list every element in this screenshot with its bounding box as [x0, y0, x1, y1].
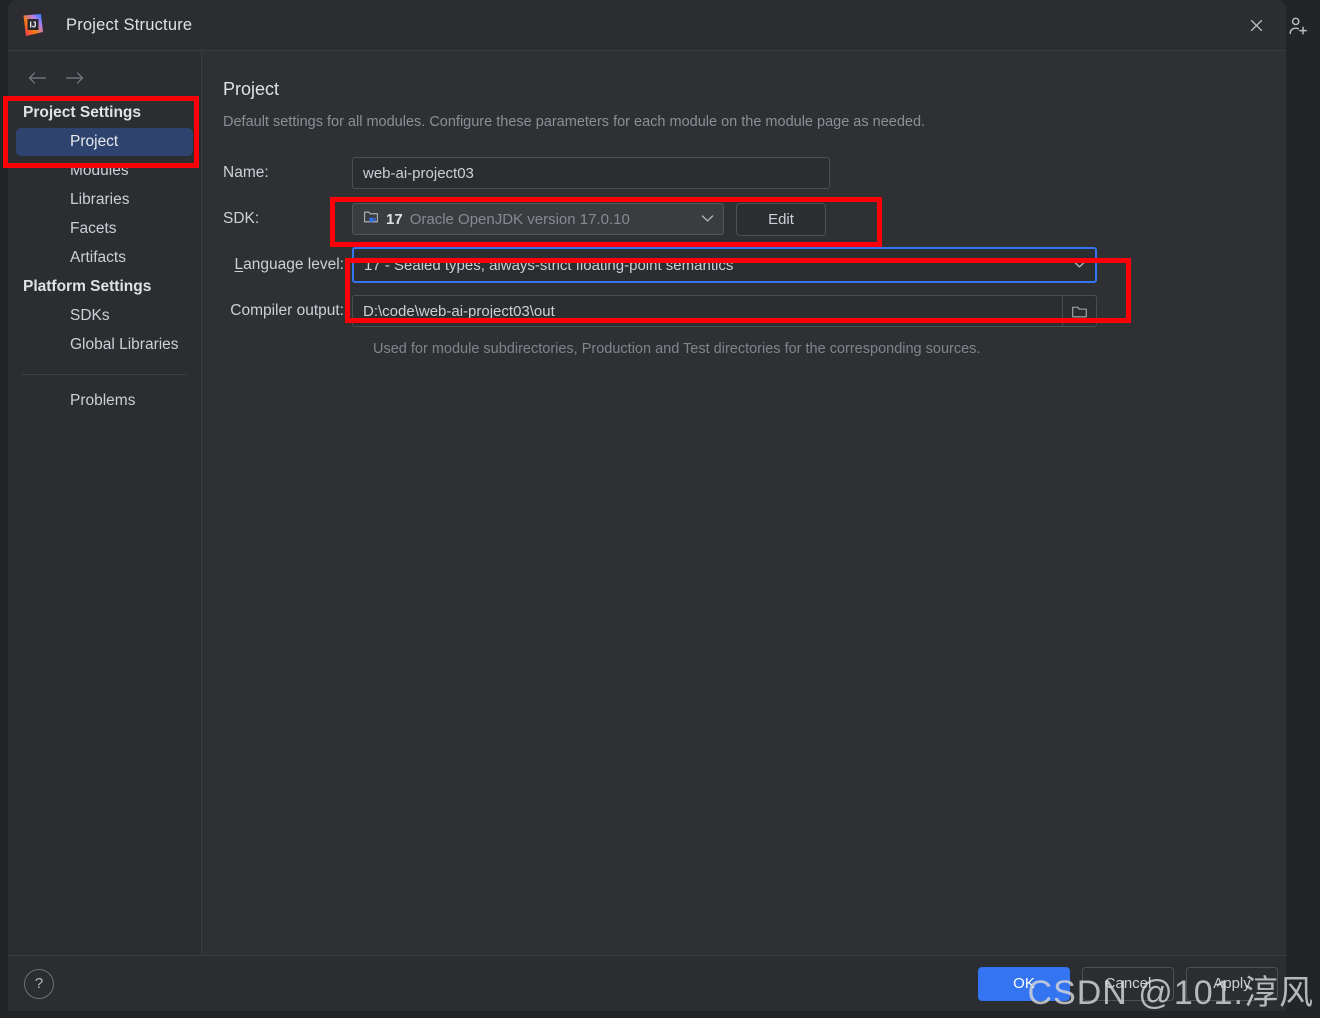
tree-group-platform-settings: Platform Settings — [23, 278, 152, 295]
form-row-sdk: SDK: 17 Oracle OpenJDK version 17.0.10 E… — [202, 198, 1286, 240]
settings-sidebar: Project Settings Project Modules Librari… — [8, 51, 202, 955]
project-structure-dialog: IJ Project Structure Project Settings Pr… — [8, 0, 1286, 1011]
chevron-down-icon — [701, 213, 714, 225]
watermark: CSDN @101.淳风 — [1027, 974, 1314, 1012]
intellij-idea-logo-icon: IJ — [20, 12, 46, 38]
sidebar-item-facets[interactable]: Facets — [16, 215, 193, 243]
arrow-left-icon[interactable] — [26, 67, 48, 89]
name-value: web-ai-project03 — [363, 164, 474, 182]
page-title: Project — [223, 79, 280, 99]
sidebar-item-sdks[interactable]: SDKs — [16, 302, 193, 330]
screen: IJ Project Structure Project Settings Pr… — [0, 0, 1320, 1018]
chevron-down-icon — [1073, 259, 1086, 271]
edit-sdk-label: Edit — [768, 210, 794, 228]
close-icon[interactable] — [1240, 9, 1272, 41]
language-level-label: Language level: — [202, 256, 352, 274]
sidebar-item-project[interactable]: Project — [16, 128, 193, 156]
tree-group-project-settings: Project Settings — [23, 104, 141, 121]
page-subtitle: Default settings for all modules. Config… — [223, 114, 926, 130]
svg-text:IJ: IJ — [30, 20, 37, 29]
sdk-label: SDK: — [223, 210, 260, 227]
compiler-output-value: D:\code\web-ai-project03\out — [363, 302, 555, 320]
dialog-titlebar: IJ Project Structure — [8, 0, 1286, 50]
arrow-right-icon[interactable] — [64, 67, 86, 89]
add-user-icon[interactable] — [1282, 10, 1314, 42]
sidebar-item-libraries[interactable]: Libraries — [16, 186, 193, 214]
settings-tree: Project Settings Project Modules Librari… — [8, 95, 201, 415]
sdk-version: 17 — [386, 210, 403, 228]
project-form: Name: web-ai-project03 SDK: 17 Oracle Op… — [202, 152, 1286, 357]
name-input[interactable]: web-ai-project03 — [352, 157, 830, 189]
form-row-language-level: Language level: 17 - Sealed types, alway… — [202, 244, 1286, 286]
project-settings-panel: Project Default settings for all modules… — [202, 51, 1286, 955]
sdk-dropdown[interactable]: 17 Oracle OpenJDK version 17.0.10 — [352, 203, 724, 235]
language-level-value: 17 - Sealed types, always-strict floatin… — [364, 256, 734, 274]
dialog-body: Project Settings Project Modules Librari… — [8, 50, 1286, 955]
language-level-label-mnemonic: L — [234, 256, 244, 273]
form-row-name: Name: web-ai-project03 — [202, 152, 1286, 194]
navigation-arrows — [8, 51, 201, 95]
help-label: ? — [34, 975, 44, 992]
edit-sdk-button[interactable]: Edit — [736, 202, 826, 236]
compiler-output-input[interactable]: D:\code\web-ai-project03\out — [352, 295, 1097, 327]
sidebar-divider — [22, 374, 187, 375]
help-icon[interactable]: ? — [24, 968, 54, 999]
sidebar-item-global-libraries[interactable]: Global Libraries — [16, 331, 193, 359]
sidebar-item-artifacts[interactable]: Artifacts — [16, 244, 193, 272]
compiler-output-hint: Used for module subdirectories, Producti… — [373, 341, 981, 357]
form-row-compiler-output: Compiler output: D:\code\web-ai-project0… — [202, 290, 1286, 332]
folder-icon[interactable] — [1062, 296, 1096, 326]
sdk-description: Oracle OpenJDK version 17.0.10 — [409, 210, 630, 228]
compiler-output-label: Compiler output: — [230, 302, 344, 319]
name-label: Name: — [223, 164, 269, 181]
sidebar-item-problems[interactable]: Problems — [16, 387, 193, 415]
language-level-dropdown[interactable]: 17 - Sealed types, always-strict floatin… — [352, 247, 1097, 283]
java-sdk-icon — [363, 209, 379, 229]
dialog-title: Project Structure — [66, 15, 193, 34]
language-level-label-rest: anguage level: — [243, 256, 344, 273]
sidebar-item-modules[interactable]: Modules — [16, 157, 193, 185]
